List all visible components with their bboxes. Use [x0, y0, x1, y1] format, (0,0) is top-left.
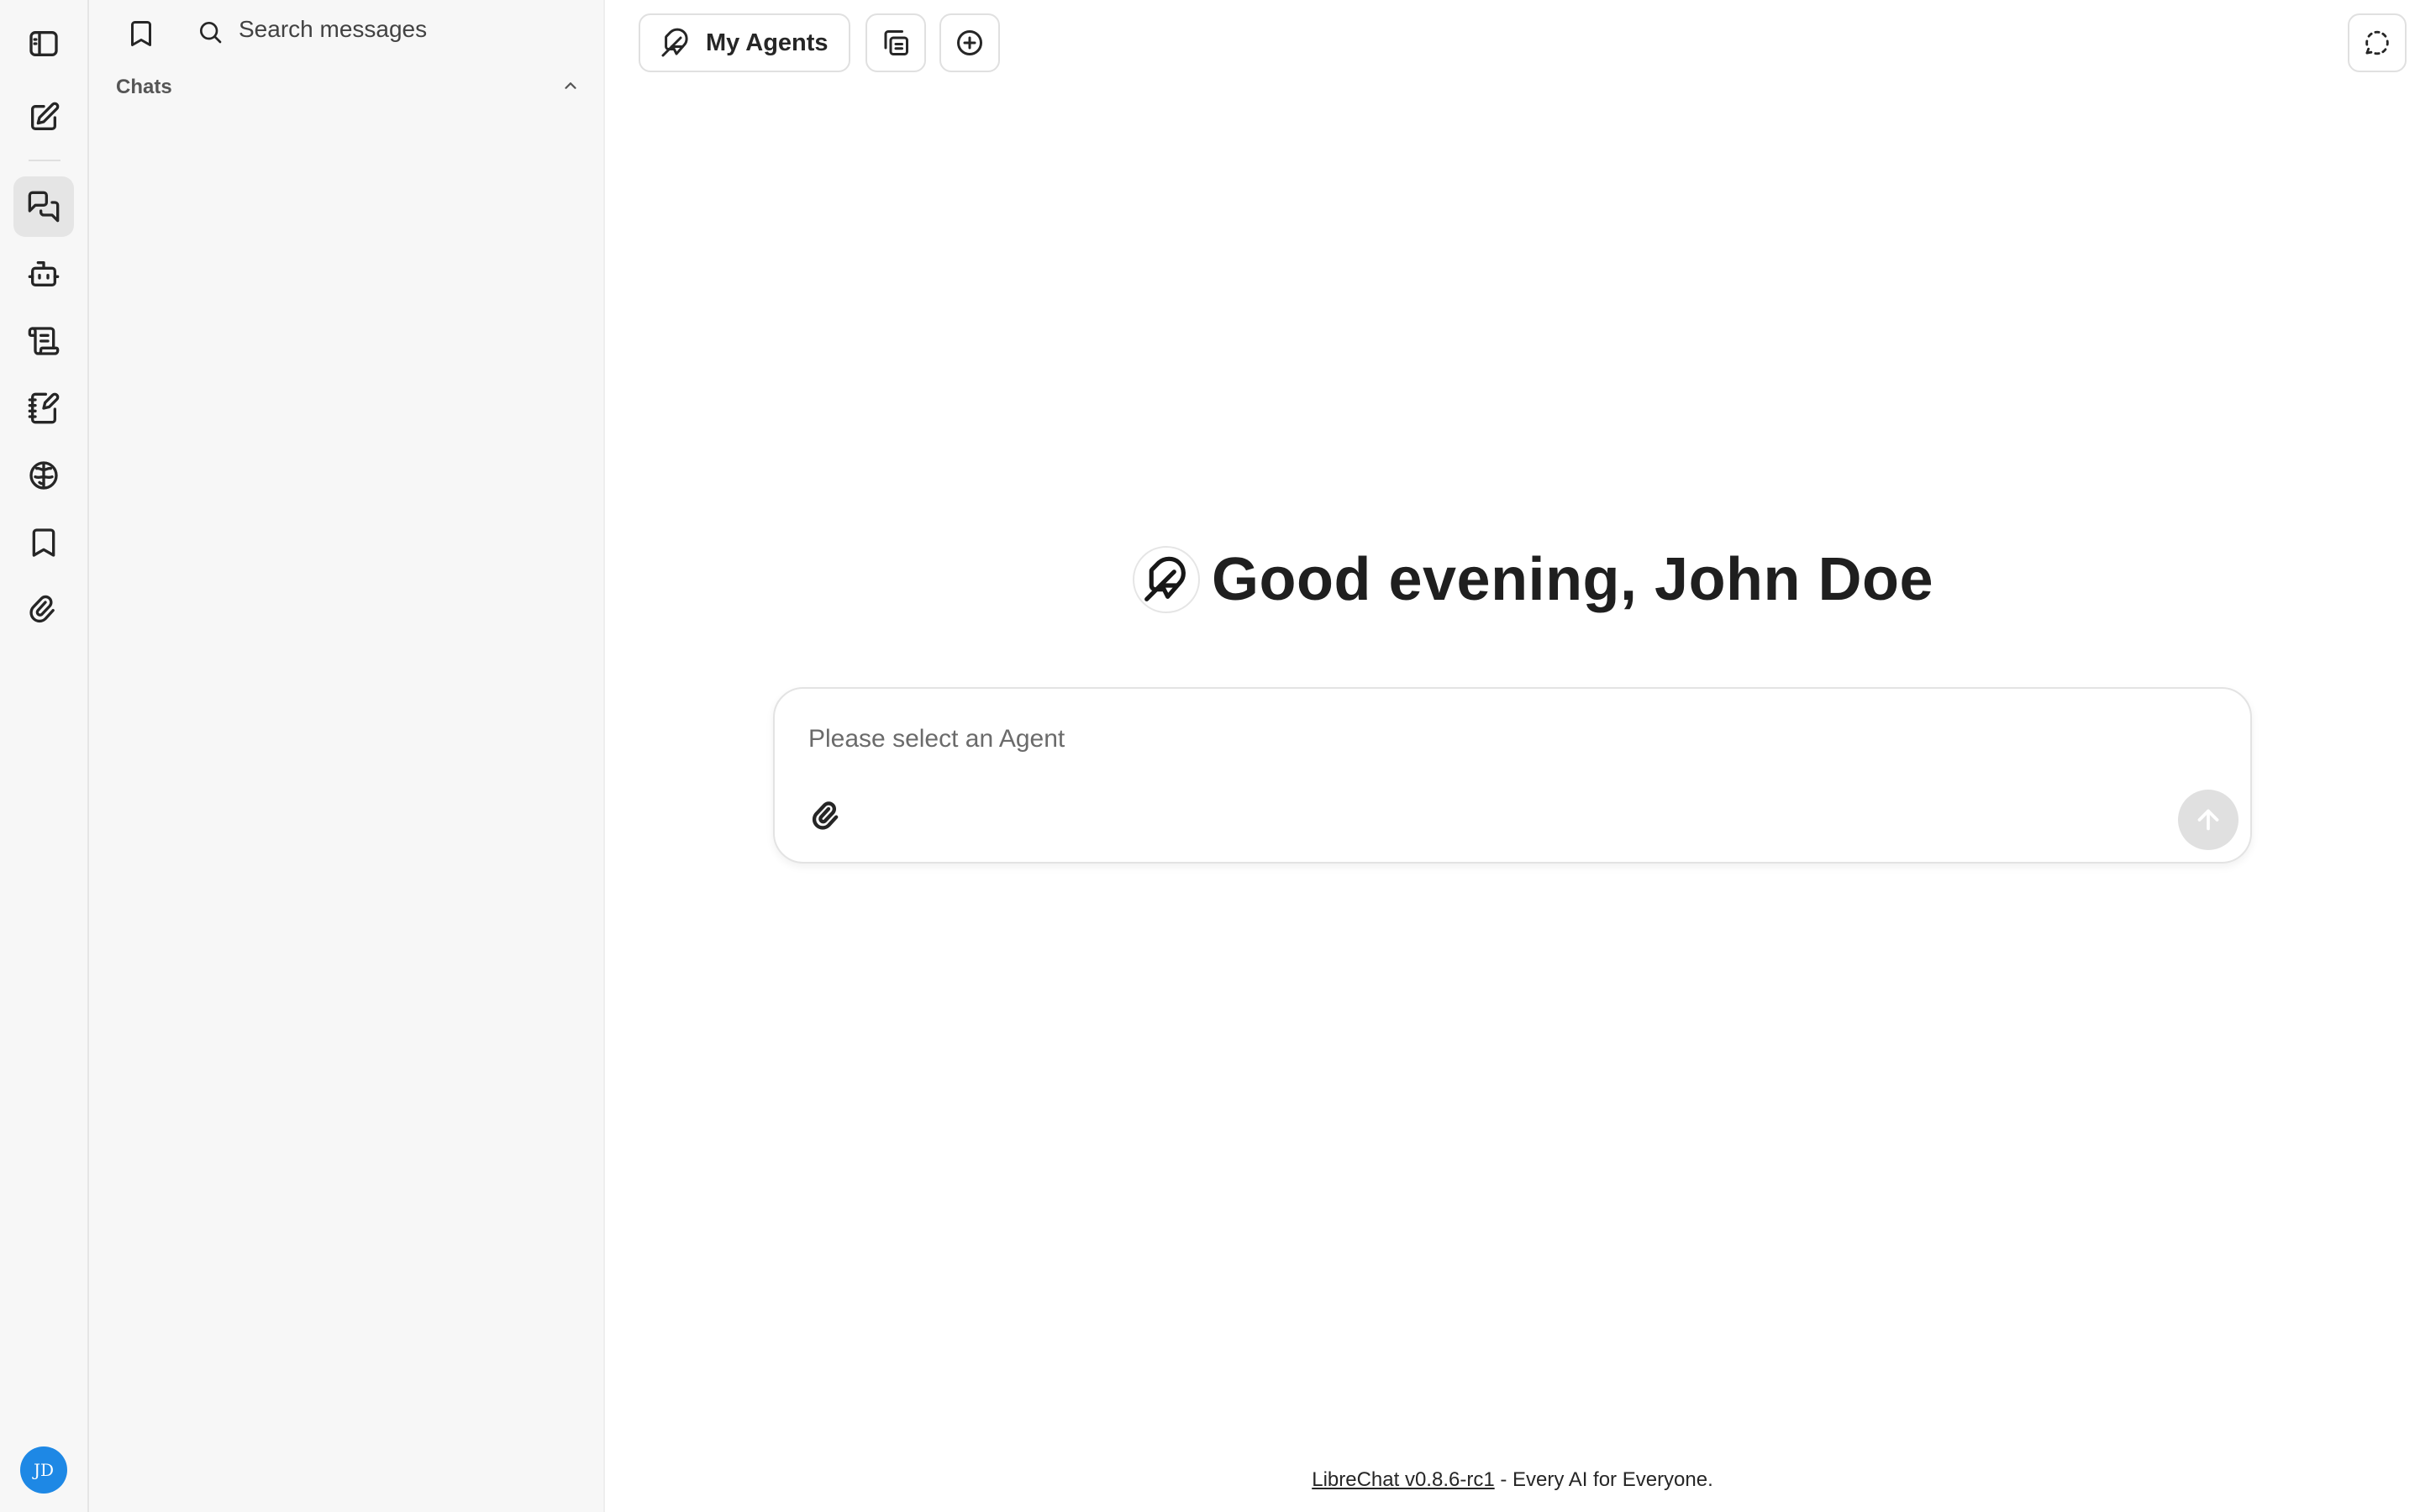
- footer: LibreChat v0.8.6-rc1 - Every AI for Ever…: [605, 1468, 2420, 1492]
- chats-section-toggle[interactable]: Chats: [116, 71, 580, 104]
- attachment-icon: [29, 595, 55, 623]
- feather-icon: [661, 28, 688, 57]
- chevron-up-icon: [561, 76, 580, 99]
- prompts-icon: [28, 327, 60, 355]
- toggle-sidebar-button[interactable]: [13, 13, 74, 74]
- chats-section-label: Chats: [116, 76, 172, 98]
- dashed-bubble-icon: [2365, 30, 2389, 55]
- greeting: Good evening, John Doe: [1133, 544, 1933, 615]
- paperclip-icon: [812, 801, 839, 830]
- footer-tagline: - Every AI for Everyone.: [1494, 1468, 1713, 1491]
- agent-selector-label: My Agents: [706, 29, 829, 56]
- greeting-text: Good evening, John Doe: [1212, 546, 1934, 613]
- prompts-nav-button[interactable]: [13, 311, 74, 371]
- memories-nav-button[interactable]: [13, 445, 74, 506]
- memory-brain-icon: [29, 461, 58, 490]
- bookmark-icon: [32, 528, 55, 557]
- rail-divider: [29, 160, 60, 161]
- agents-nav-button[interactable]: [13, 244, 74, 304]
- bookmarks-nav-button[interactable]: [13, 512, 74, 573]
- message-input[interactable]: [808, 714, 2153, 764]
- copy-icon: [884, 30, 908, 55]
- bookmark-filter-button[interactable]: [119, 12, 163, 55]
- new-chat-icon: [31, 102, 60, 130]
- message-composer: [773, 687, 2252, 864]
- user-avatar[interactable]: JD: [20, 1446, 67, 1494]
- attach-file-button[interactable]: [803, 793, 850, 840]
- copy-conversation-button[interactable]: [865, 13, 926, 72]
- attachments-nav-button[interactable]: [13, 580, 74, 640]
- app-root: JD Chats My Agents Good eveni: [0, 0, 2420, 1512]
- chats-icon: [28, 191, 60, 223]
- notepad-icon: [28, 392, 60, 424]
- search-messages-input[interactable]: [239, 12, 575, 47]
- temporary-chat-button[interactable]: [2348, 13, 2407, 72]
- agent-bot-icon: [28, 261, 60, 286]
- arrow-up-icon: [2197, 809, 2219, 831]
- version-link[interactable]: LibreChat v0.8.6-rc1: [1312, 1468, 1494, 1491]
- bookmark-icon: [131, 21, 151, 46]
- add-model-button[interactable]: [939, 13, 1000, 72]
- sidebar-toggle-icon: [29, 31, 58, 57]
- search-icon: [193, 15, 227, 49]
- agent-selector-button[interactable]: My Agents: [639, 13, 850, 72]
- conversations-panel: Chats: [89, 0, 605, 1512]
- icon-rail: JD: [0, 0, 89, 1512]
- new-chat-button[interactable]: [13, 87, 74, 148]
- send-message-button[interactable]: [2178, 790, 2238, 850]
- notepad-nav-button[interactable]: [13, 378, 74, 438]
- chats-nav-button[interactable]: [13, 176, 74, 237]
- feather-icon: [1133, 546, 1200, 613]
- plus-circle-icon: [957, 30, 982, 55]
